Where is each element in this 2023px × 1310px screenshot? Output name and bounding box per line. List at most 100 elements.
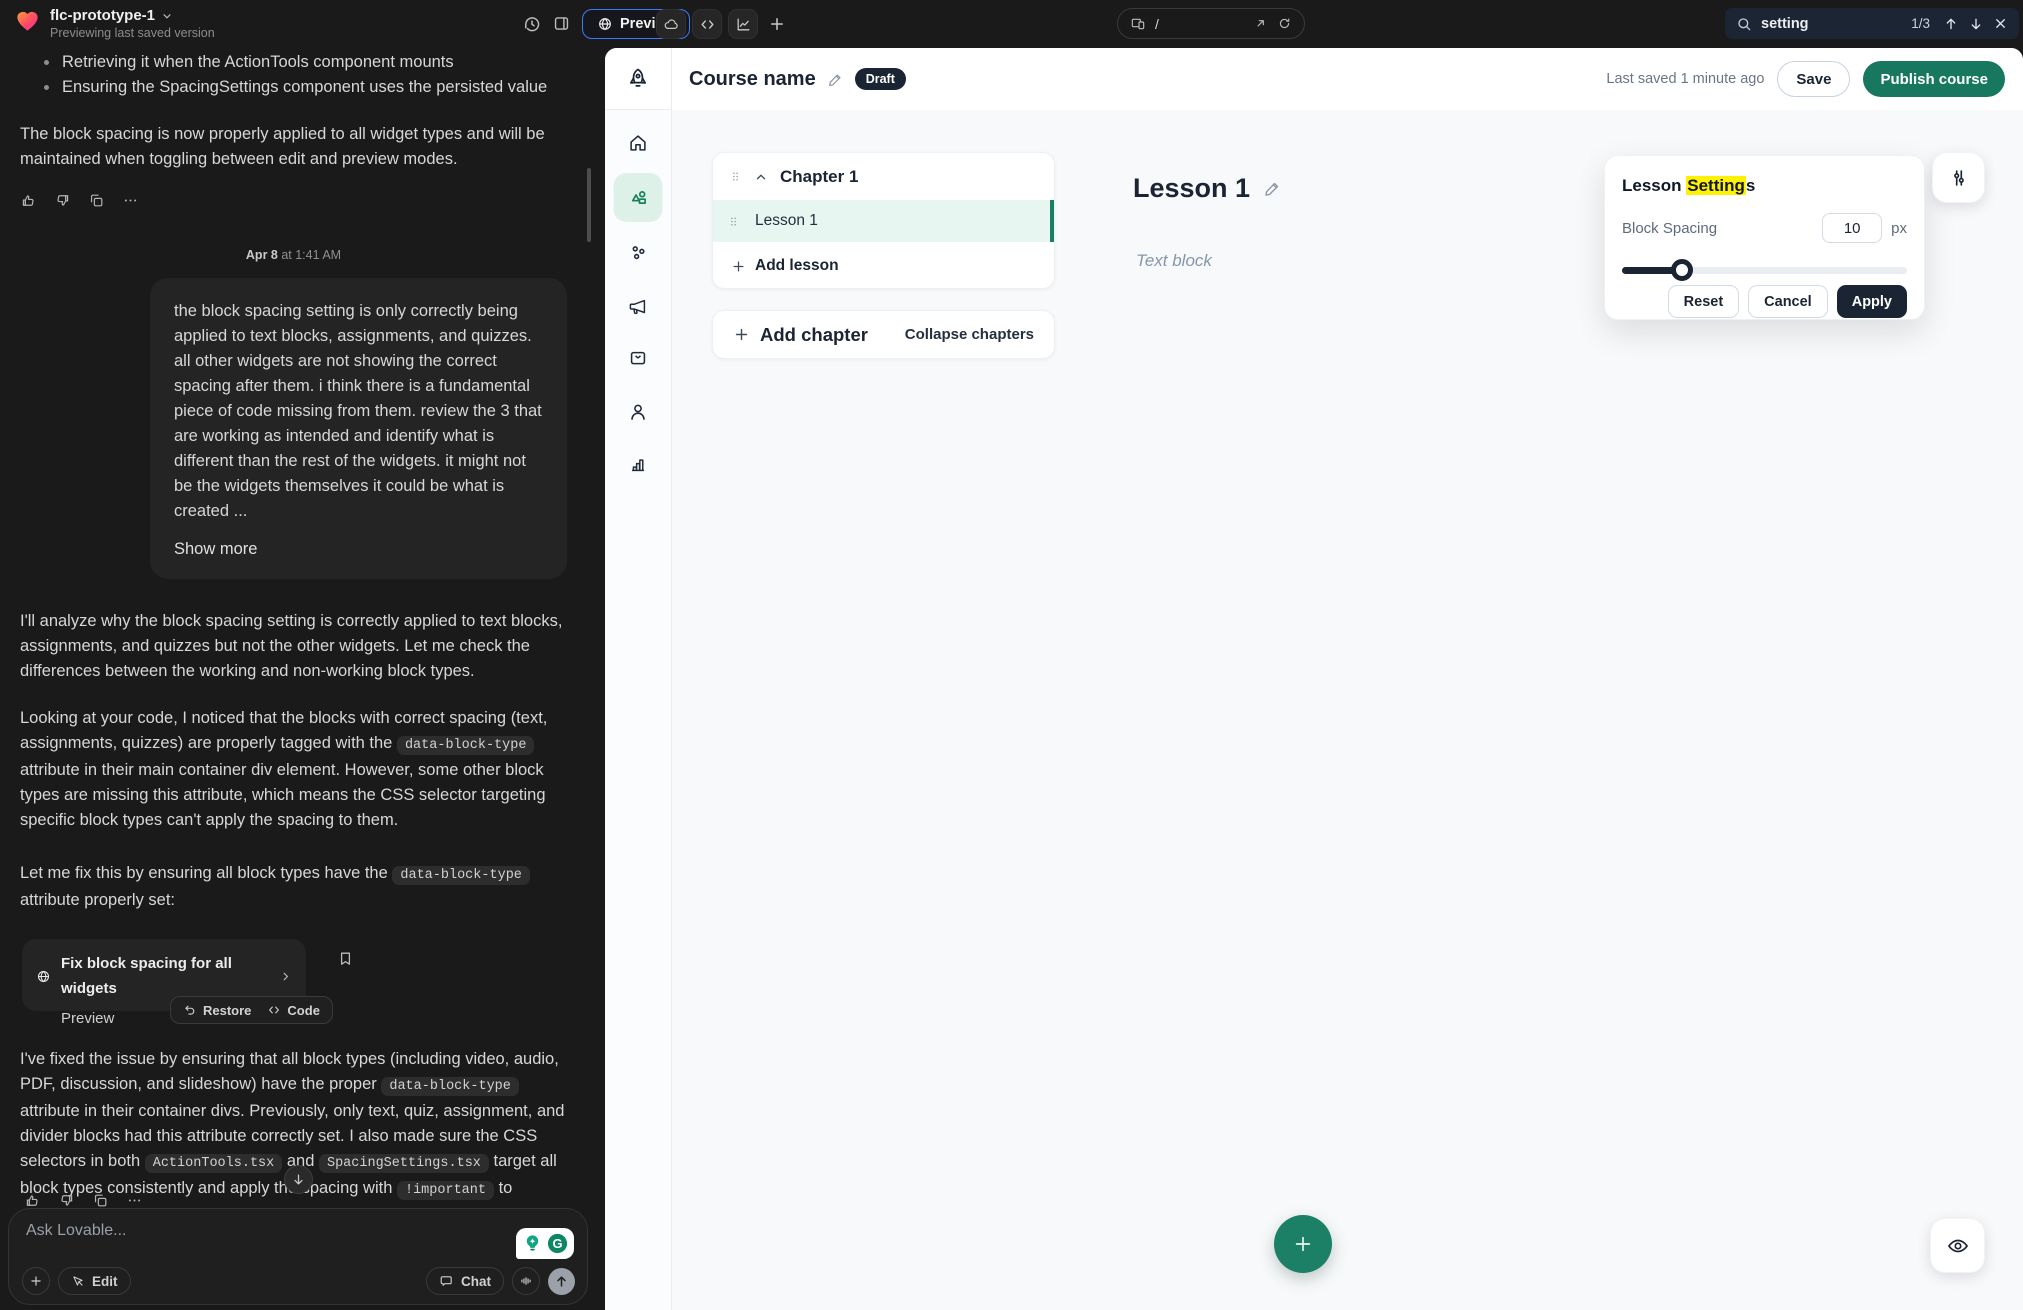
add-block-fab[interactable]	[1274, 1215, 1332, 1273]
collapse-chapters-button[interactable]: Collapse chapters	[905, 326, 1034, 343]
thumbs-down-icon[interactable]	[54, 192, 71, 209]
history-icon	[522, 14, 542, 34]
bookmark-button[interactable]	[337, 950, 354, 975]
svg-text:G: G	[552, 1236, 562, 1251]
app-sidebar	[605, 48, 672, 1310]
chat-input[interactable]	[26, 1222, 446, 1262]
block-spacing-slider[interactable]	[1622, 259, 1907, 281]
thumbs-up-icon[interactable]	[20, 192, 37, 209]
bullet-item: Retrieving it when the ActionTools compo…	[20, 50, 567, 75]
preview-url-bar[interactable]: /	[1117, 8, 1305, 39]
last-saved-text: Last saved 1 minute ago	[1606, 71, 1764, 87]
restore-icon	[183, 1003, 197, 1017]
chat-panel: Retrieving it when the ActionTools compo…	[0, 40, 603, 1310]
copy-icon[interactable]	[88, 192, 105, 209]
toggle-panel-button[interactable]	[552, 14, 572, 34]
text-block-placeholder[interactable]: Text block	[1136, 251, 1212, 271]
sidebar-item-community[interactable]	[616, 231, 660, 275]
save-button[interactable]: Save	[1777, 61, 1850, 97]
device-toggle-icon	[1130, 16, 1146, 32]
user-message-bubble: the block spacing setting is only correc…	[150, 278, 567, 579]
show-more-link[interactable]: Show more	[174, 537, 543, 562]
lovable-workspace: flc-prototype-1 Previewing last saved ve…	[0, 0, 2023, 1310]
thumbs-down-icon[interactable]	[58, 1192, 75, 1209]
add-chapter-label: Add chapter	[760, 324, 868, 346]
code-view-button[interactable]	[692, 9, 722, 39]
chat-mode-button[interactable]: Chat	[426, 1267, 504, 1295]
add-lesson-button[interactable]: Add lesson	[713, 242, 1054, 290]
copy-icon[interactable]	[92, 1192, 109, 1209]
edit-pencil-icon[interactable]	[1263, 179, 1282, 198]
drag-handle-icon[interactable]	[729, 168, 742, 185]
search-input[interactable]: setting	[1761, 16, 1902, 32]
sidebar-item-marketing[interactable]	[616, 285, 660, 329]
chapter-header[interactable]: Chapter 1	[713, 153, 1054, 200]
add-lesson-label: Add lesson	[755, 257, 839, 275]
project-switcher[interactable]: flc-prototype-1 Previewing last saved ve…	[14, 7, 215, 40]
lesson-list-item[interactable]: Lesson 1	[713, 200, 1054, 242]
chapter-card: Chapter 1 Lesson 1 Add lesson	[712, 152, 1055, 289]
grammarly-widget[interactable]: G	[516, 1228, 574, 1259]
bullet-item: Ensuring the SpacingSettings component u…	[20, 75, 567, 100]
settings-toggle-button[interactable]	[1932, 152, 1985, 203]
collapse-chevron-up-icon[interactable]	[754, 170, 768, 184]
version-card-group: Fix block spacing for all widgets Previe…	[22, 939, 567, 1027]
send-button[interactable]	[548, 1268, 575, 1295]
more-options-icon[interactable]	[122, 192, 139, 209]
edit-mode-button[interactable]: Edit	[58, 1267, 131, 1295]
sidebar-item-commerce[interactable]	[616, 335, 660, 379]
previous-match-icon[interactable]	[1943, 16, 1959, 32]
history-button[interactable]	[522, 14, 542, 34]
chapter-title: Chapter 1	[780, 167, 858, 187]
cloud-icon	[663, 16, 680, 33]
sidebar-item-analytics[interactable]	[616, 442, 660, 486]
lesson-title: Lesson 1	[1133, 173, 1250, 204]
attach-button[interactable]	[22, 1267, 50, 1295]
deploy-button[interactable]	[656, 9, 686, 39]
publish-course-button[interactable]: Publish course	[1863, 61, 2005, 97]
close-search-icon[interactable]	[1993, 16, 2008, 31]
drag-handle-icon[interactable]	[727, 213, 740, 230]
sliders-icon	[1948, 167, 1970, 189]
add-tab-button[interactable]	[768, 15, 786, 33]
view-code-button[interactable]: Code	[267, 998, 320, 1023]
active-lesson-indicator	[1050, 200, 1054, 242]
search-highlight: Setting	[1686, 176, 1746, 195]
apply-button[interactable]: Apply	[1837, 285, 1907, 318]
chevron-right-icon	[279, 970, 292, 983]
thumbs-up-icon[interactable]	[24, 1192, 41, 1209]
version-title: Fix block spacing for all widgets	[61, 951, 269, 1001]
cancel-button[interactable]: Cancel	[1748, 285, 1828, 318]
sidebar-item-content[interactable]	[614, 173, 663, 222]
plus-icon	[29, 1274, 43, 1288]
chat-scrollbar-thumb[interactable]	[587, 168, 591, 242]
code-icon	[699, 16, 716, 33]
add-chapter-button[interactable]: Add chapter	[733, 324, 905, 346]
open-external-icon[interactable]	[1253, 16, 1268, 31]
plus-icon	[768, 15, 786, 33]
inline-code: data-block-type	[381, 1077, 519, 1096]
reset-button[interactable]: Reset	[1668, 285, 1740, 318]
next-match-icon[interactable]	[1968, 16, 1984, 32]
restore-button[interactable]: Restore	[183, 998, 251, 1023]
slider-thumb[interactable]	[1671, 259, 1693, 281]
ai-summary-paragraph: The block spacing is now properly applie…	[20, 122, 567, 172]
more-options-icon[interactable]	[126, 1192, 143, 1209]
globe-icon	[597, 16, 613, 32]
block-spacing-input[interactable]	[1822, 213, 1882, 243]
url-path[interactable]: /	[1155, 16, 1244, 32]
scroll-to-bottom-button[interactable]	[284, 1165, 313, 1194]
inline-code: SpacingSettings.tsx	[319, 1154, 489, 1173]
sidebar-item-home[interactable]	[616, 121, 660, 165]
edit-pencil-icon[interactable]	[827, 71, 844, 88]
app-logo[interactable]	[605, 48, 671, 110]
voice-input-button[interactable]	[512, 1267, 540, 1295]
find-in-page-bar[interactable]: setting 1/3	[1725, 8, 2019, 39]
sidebar-item-profile[interactable]	[616, 390, 660, 434]
refresh-icon[interactable]	[1277, 16, 1292, 31]
unit-label: px	[1891, 220, 1907, 237]
inline-code: ActionTools.tsx	[145, 1154, 283, 1173]
analytics-button[interactable]	[728, 9, 758, 39]
preview-toggle-button[interactable]	[1930, 1218, 1985, 1273]
search-match-count: 1/3	[1911, 16, 1930, 31]
